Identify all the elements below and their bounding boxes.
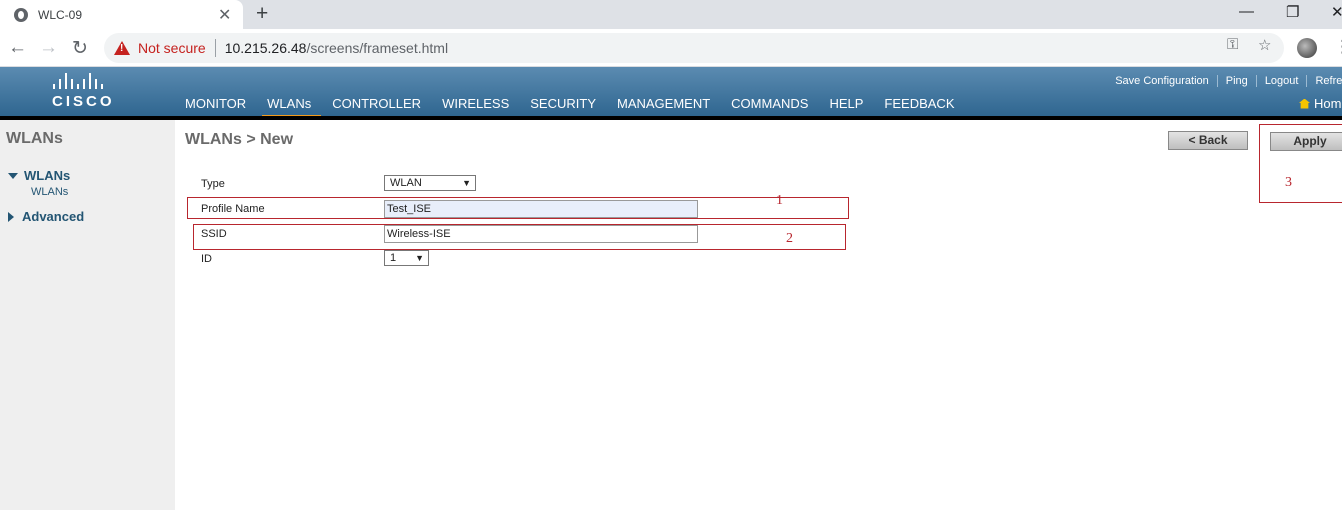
- nav-feedback[interactable]: FEEDBACK: [884, 96, 954, 111]
- browser-toolbar: ← → ↻ Not secure 10.215.26.48 /screens/f…: [0, 29, 1342, 67]
- url-path: /screens/frameset.html: [306, 40, 449, 56]
- logout-link[interactable]: Logout: [1265, 75, 1299, 87]
- warning-icon: [114, 41, 130, 55]
- sidebar: WLANs WLANs WLANs Advanced: [0, 120, 175, 510]
- menu-dots-icon[interactable]: ⋮: [1334, 37, 1342, 57]
- url-host: 10.215.26.48: [224, 40, 307, 56]
- type-select[interactable]: WLAN ▼: [384, 175, 476, 191]
- header-divider: [0, 116, 1342, 120]
- type-select-value: WLAN: [390, 177, 422, 189]
- back-button[interactable]: < Back: [1168, 131, 1248, 150]
- divider: [1216, 75, 1218, 87]
- dropdown-caret-icon: ▼: [462, 178, 471, 188]
- nav-commands[interactable]: COMMANDS: [731, 96, 808, 111]
- cisco-logo: CISCO: [52, 73, 122, 113]
- expanded-triangle-icon: [8, 172, 18, 179]
- not-secure-label: Not secure: [138, 40, 206, 56]
- close-tab-icon[interactable]: ✕: [218, 5, 231, 25]
- cisco-bars-icon: [53, 73, 122, 89]
- sidebar-item-wlans[interactable]: WLANs: [31, 186, 68, 198]
- nav-security[interactable]: SECURITY: [530, 96, 596, 111]
- back-arrow-icon[interactable]: ←: [8, 37, 27, 59]
- collapsed-triangle-icon: [8, 211, 14, 222]
- globe-icon: [14, 7, 28, 22]
- home-link[interactable]: Home: [1299, 96, 1342, 111]
- id-select-value: 1: [390, 252, 397, 264]
- divider: [1306, 75, 1308, 87]
- profile-avatar[interactable]: [1297, 38, 1317, 58]
- save-configuration-link[interactable]: Save Configuration: [1115, 75, 1209, 87]
- annotation-number-2: 2: [786, 231, 793, 246]
- address-bar[interactable]: Not secure 10.215.26.48 /screens/framese…: [104, 33, 1284, 63]
- divider: [1255, 75, 1257, 87]
- nav-controller[interactable]: CONTROLLER: [332, 96, 421, 111]
- annotation-number-3: 3: [1285, 175, 1292, 190]
- close-window-icon[interactable]: ✕: [1331, 3, 1342, 21]
- home-icon: [1299, 98, 1310, 109]
- annotation-box-2: [193, 224, 846, 250]
- annotation-box-3: [1259, 124, 1342, 203]
- home-label: Home: [1314, 96, 1342, 111]
- nav-help[interactable]: HELP: [829, 96, 863, 111]
- new-tab-icon[interactable]: +: [256, 2, 268, 26]
- main-nav: MONITOR WLANs CONTROLLER WIRELESS SECURI…: [185, 96, 976, 119]
- annotation-box-1: [187, 197, 849, 219]
- nav-wireless[interactable]: WIRELESS: [442, 96, 509, 111]
- nav-wlans[interactable]: WLANs: [262, 96, 322, 119]
- ping-link[interactable]: Ping: [1226, 75, 1248, 87]
- browser-tabstrip: WLC-09 ✕ + — ❐ ✕: [0, 0, 1342, 29]
- dropdown-caret-icon: ▼: [415, 253, 424, 263]
- cisco-header: CISCO Save Configuration Ping Logout Ref…: [0, 67, 1342, 120]
- annotation-number-1: 1: [776, 193, 783, 208]
- forward-arrow-icon[interactable]: →: [39, 37, 58, 59]
- browser-tab[interactable]: WLC-09 ✕: [0, 0, 243, 29]
- sidebar-group-label: Advanced: [22, 209, 85, 224]
- id-select[interactable]: 1 ▼: [384, 250, 429, 266]
- sidebar-title: WLANs: [6, 130, 63, 147]
- restore-icon[interactable]: ❐: [1286, 3, 1299, 21]
- sidebar-group-label: WLANs: [24, 168, 71, 183]
- sidebar-group-advanced[interactable]: Advanced: [8, 209, 84, 224]
- tab-title: WLC-09: [38, 7, 83, 22]
- id-label: ID: [201, 253, 212, 265]
- reload-icon[interactable]: ↻: [72, 37, 88, 60]
- page-title: WLANs > New: [185, 131, 294, 148]
- nav-management[interactable]: MANAGEMENT: [617, 96, 710, 111]
- refresh-link[interactable]: Refresh: [1315, 75, 1342, 87]
- sidebar-group-wlans[interactable]: WLANs: [8, 168, 70, 183]
- nav-monitor[interactable]: MONITOR: [185, 96, 246, 111]
- type-label: Type: [201, 178, 225, 190]
- top-links: Save Configuration Ping Logout Refresh: [1099, 75, 1342, 87]
- minimize-icon[interactable]: —: [1239, 3, 1254, 20]
- star-icon[interactable]: ☆: [1258, 36, 1271, 54]
- key-icon[interactable]: ⚿: [1227, 36, 1238, 53]
- address-separator: [214, 39, 216, 57]
